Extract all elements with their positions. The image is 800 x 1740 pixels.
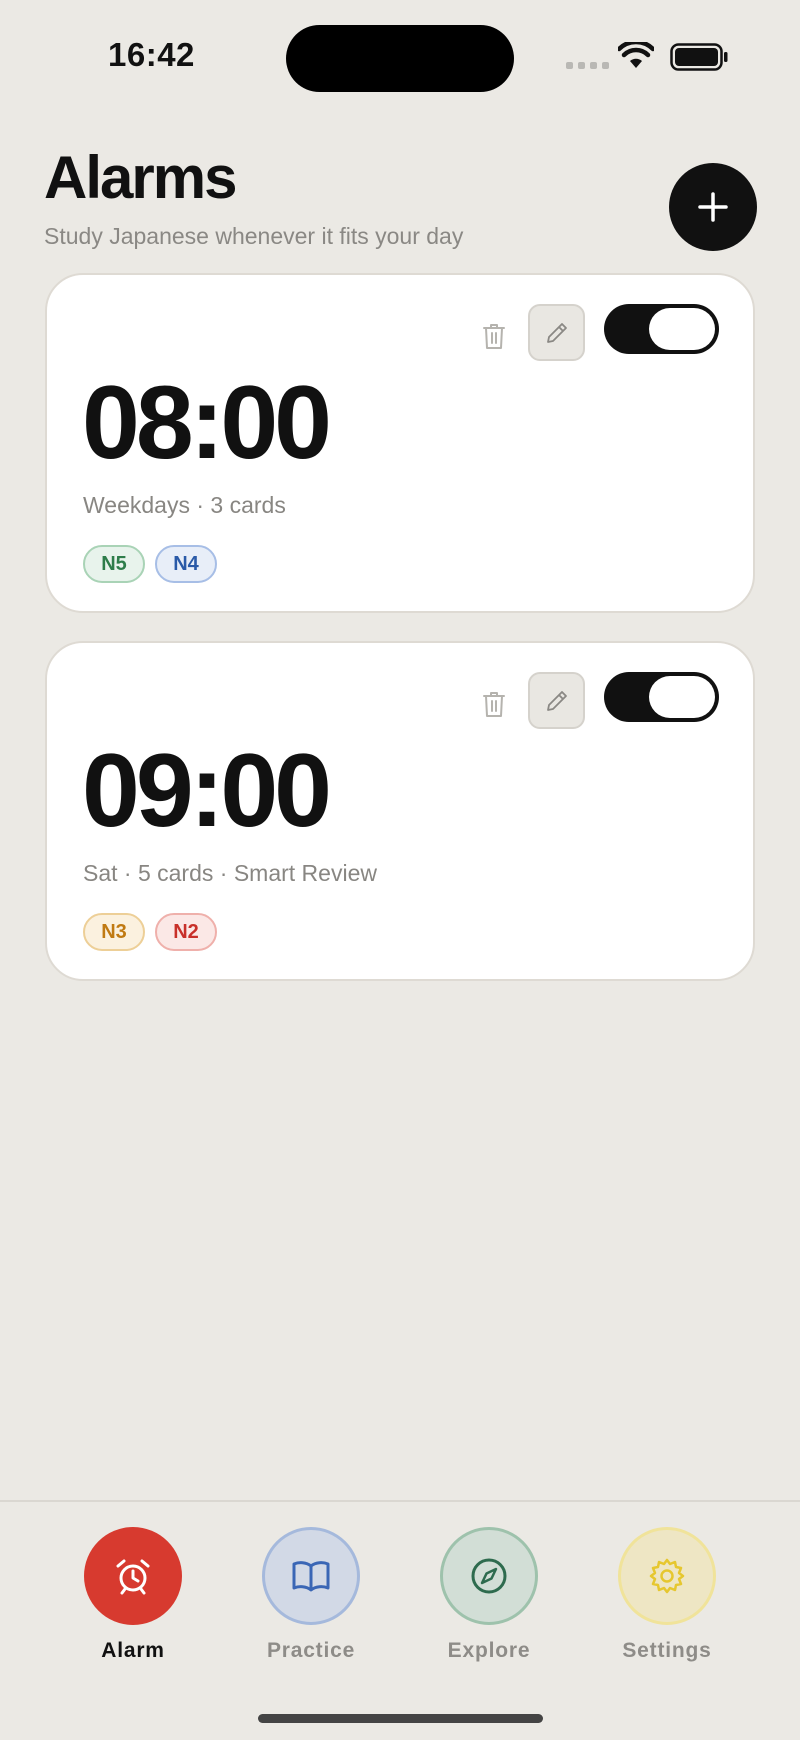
toggle-knob — [649, 308, 715, 350]
page-subtitle: Study Japanese whenever it fits your day — [44, 223, 464, 249]
edit-button[interactable] — [528, 672, 585, 729]
gear-icon — [649, 1558, 685, 1594]
tab-settings-circle — [618, 1527, 716, 1625]
add-alarm-button[interactable] — [669, 163, 757, 251]
home-indicator — [258, 1714, 543, 1723]
tab-practice-label: Practice — [266, 1639, 356, 1662]
trash-icon — [483, 324, 505, 349]
delete-button[interactable] — [479, 319, 509, 353]
page-title: Alarms — [44, 144, 237, 211]
cellular-signal-icon — [566, 62, 609, 69]
alarm-meta: Sat · 5 cards · Smart Review — [83, 860, 377, 886]
alarm-toggle[interactable] — [604, 672, 719, 722]
pencil-icon — [546, 322, 567, 343]
tab-alarm[interactable]: Alarm — [73, 1527, 193, 1663]
tab-practice[interactable]: Practice — [251, 1527, 371, 1663]
pencil-icon — [546, 690, 567, 711]
tab-alarm-circle — [84, 1527, 182, 1625]
tab-settings[interactable]: Settings — [607, 1527, 727, 1663]
tab-explore-label: Explore — [447, 1639, 531, 1662]
status-time: 16:42 — [108, 36, 195, 73]
trash-icon — [483, 692, 505, 717]
compass-icon — [471, 1558, 507, 1594]
edit-button[interactable] — [528, 304, 585, 361]
book-icon — [292, 1561, 330, 1592]
alarm-time: 08:00 — [82, 365, 332, 481]
tab-settings-label: Settings — [622, 1639, 712, 1662]
alarm-clock-icon — [116, 1559, 150, 1595]
battery-icon — [670, 43, 728, 71]
alarm-card[interactable]: 09:00 Sat · 5 cards · Smart Review N3 N2 — [45, 641, 755, 981]
tag-n5: N5 — [83, 545, 145, 583]
tab-alarm-label: Alarm — [101, 1639, 165, 1662]
delete-button[interactable] — [479, 687, 509, 721]
toggle-knob — [649, 676, 715, 718]
tag-n3: N3 — [83, 913, 145, 951]
alarm-card[interactable]: 08:00 Weekdays · 3 cards N5 N4 — [45, 273, 755, 613]
plus-icon — [698, 192, 728, 222]
tab-explore[interactable]: Explore — [429, 1527, 549, 1663]
tab-practice-circle — [262, 1527, 360, 1625]
wifi-icon — [618, 42, 654, 68]
tab-explore-circle — [440, 1527, 538, 1625]
tab-bar: Alarm Practice Explore Settings — [0, 1500, 800, 1740]
alarm-toggle[interactable] — [604, 304, 719, 354]
level-tags: N3 N2 — [83, 913, 217, 951]
alarm-time: 09:00 — [82, 733, 332, 849]
tag-n2: N2 — [155, 913, 217, 951]
dynamic-island — [286, 25, 514, 92]
level-tags: N5 N4 — [83, 545, 217, 583]
alarm-meta: Weekdays · 3 cards — [83, 492, 286, 518]
tag-n4: N4 — [155, 545, 217, 583]
